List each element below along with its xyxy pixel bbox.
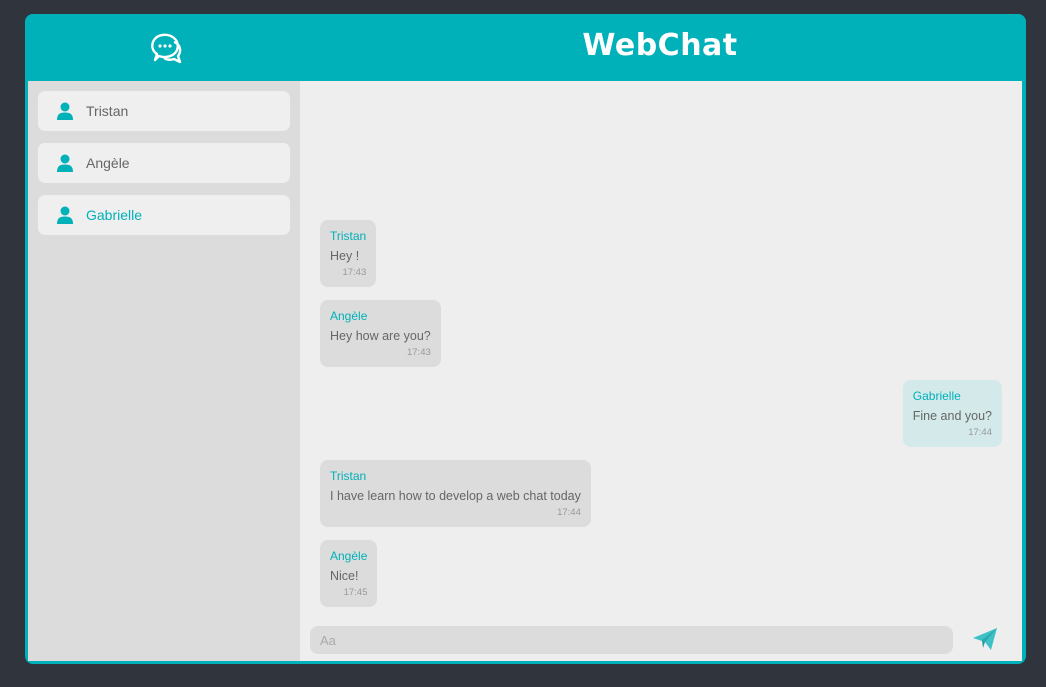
contact-item-tristan[interactable]: Tristan — [38, 91, 290, 131]
message-input[interactable] — [310, 626, 953, 654]
contacts-sidebar: Tristan Angèle Gabrielle — [28, 81, 300, 661]
message-author: Tristan — [330, 229, 367, 243]
message-text: Hey ! — [330, 249, 360, 263]
message-text: Fine and you? — [912, 409, 992, 423]
message-time: 17:45 — [343, 587, 368, 598]
paper-plane-icon[interactable] — [972, 626, 998, 652]
contact-name: Angèle — [86, 155, 130, 171]
message-text: Hey how are you? — [330, 329, 431, 343]
message-bubble: Angèle Nice! 17:45 — [320, 540, 378, 607]
user-icon — [57, 154, 73, 172]
message-bubble-own: Gabrielle Fine and you? 17:44 — [902, 380, 1002, 447]
chat-bubbles-icon — [151, 33, 182, 64]
message-bubble: Tristan Hey ! 17:43 — [320, 220, 377, 287]
contact-item-gabrielle[interactable]: Gabrielle — [38, 195, 290, 235]
message-author: Gabrielle — [912, 389, 961, 403]
contact-name: Gabrielle — [86, 207, 143, 223]
conversation-panel: Tristan Hey ! 17:43 Angèle Hey how are y… — [300, 81, 1022, 661]
message-text: Nice! — [330, 569, 359, 583]
message-text: I have learn how to develop a web chat t… — [330, 489, 581, 503]
message-author: Angèle — [330, 309, 368, 323]
header: WebChat — [25, 14, 1026, 81]
contact-name: Tristan — [86, 103, 129, 119]
message-author: Tristan — [330, 469, 367, 483]
message-time: 17:44 — [968, 427, 992, 438]
message-time: 17:44 — [557, 507, 581, 518]
contact-item-angele[interactable]: Angèle — [38, 143, 290, 183]
user-icon — [57, 206, 73, 224]
message-time: 17:43 — [342, 267, 367, 278]
app-title: WebChat — [582, 28, 738, 63]
message-time: 17:43 — [406, 347, 431, 358]
message-author: Angèle — [330, 549, 368, 563]
chat-app: WebChat Tristan Angèle Gabrielle Tristan… — [25, 14, 1026, 664]
message-bubble: Angèle Hey how are you? 17:43 — [320, 300, 441, 367]
user-icon — [57, 102, 73, 120]
message-bubble: Tristan I have learn how to develop a we… — [320, 460, 591, 527]
